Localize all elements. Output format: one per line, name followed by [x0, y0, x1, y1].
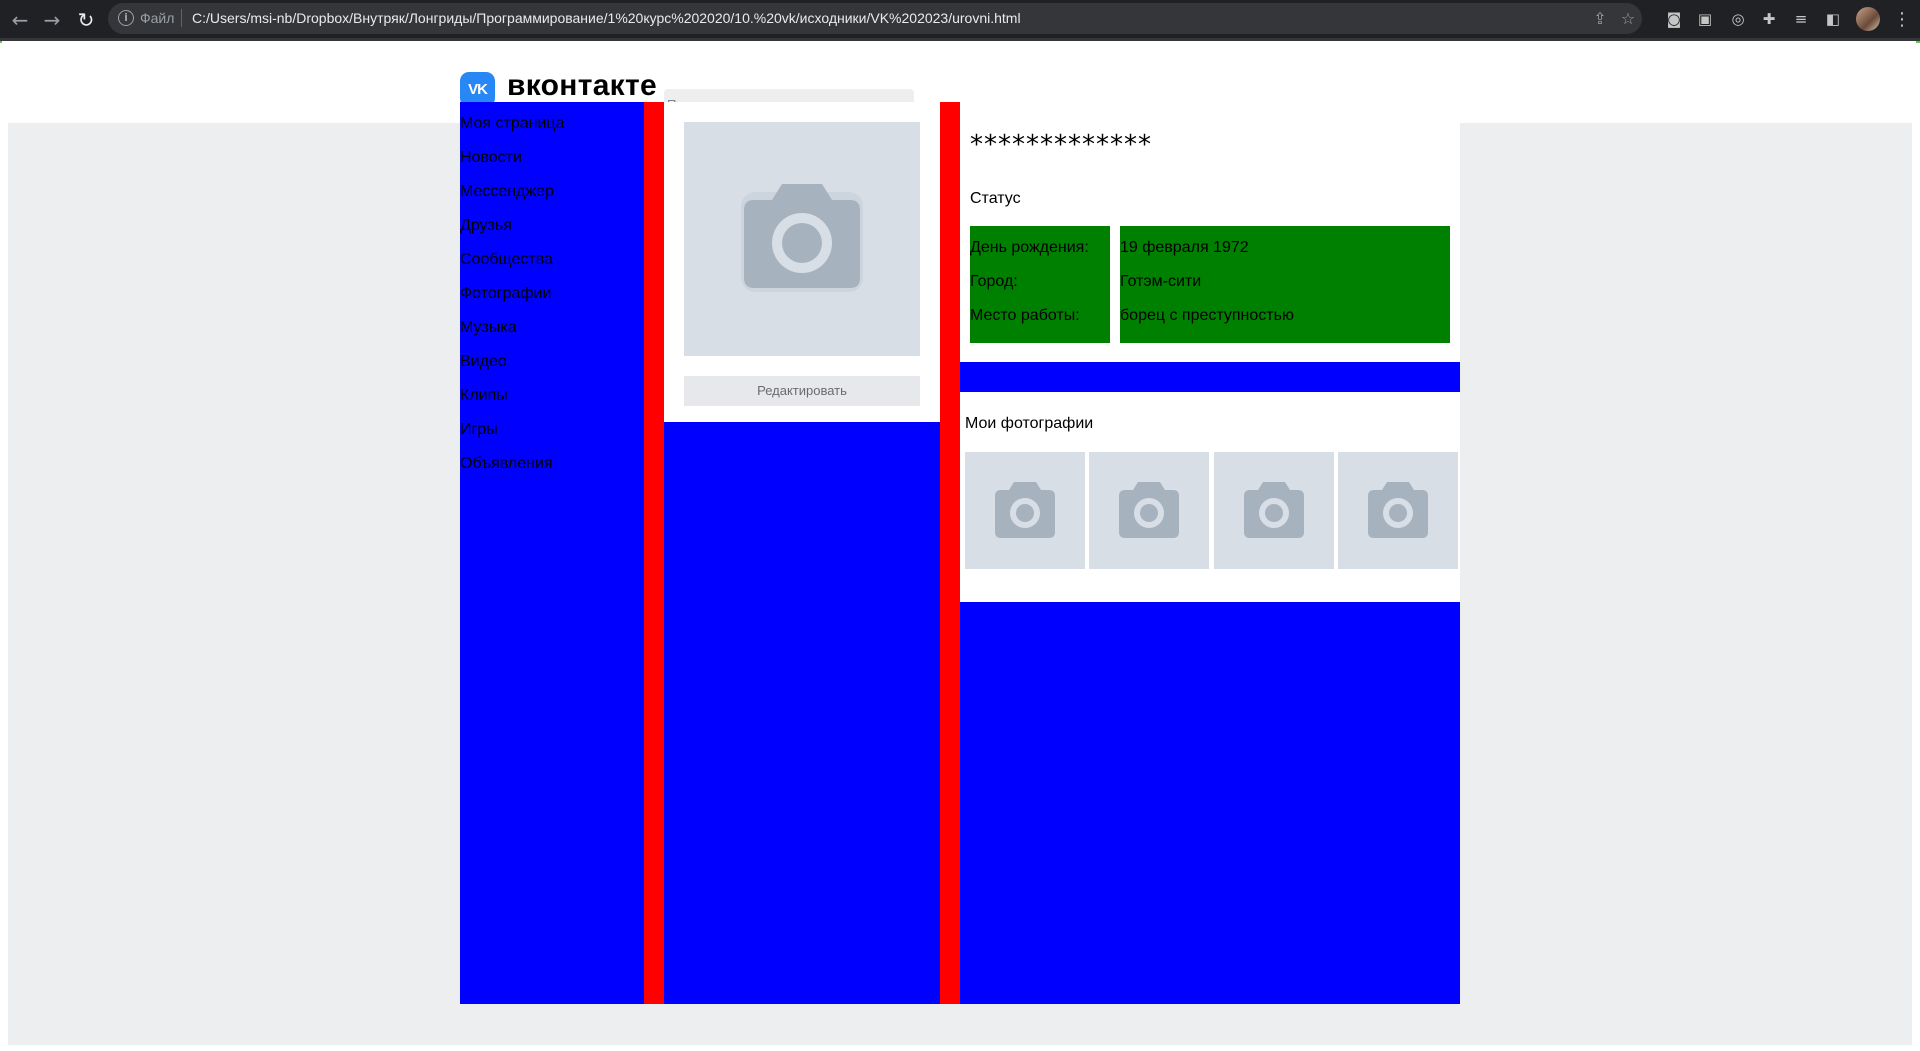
camera-icon	[1368, 482, 1428, 538]
menu-item-clips[interactable]: Клипы	[460, 379, 644, 413]
info-value-city: Готэм-сити	[1120, 273, 1202, 290]
page-edge-marker	[0, 41, 2, 43]
menu-item-communities[interactable]: Сообщества	[460, 243, 644, 277]
photos-card: Мои фотографии	[960, 392, 1460, 602]
url-separator	[181, 9, 182, 27]
info-labels-column: День рождения: Город: Место работы:	[970, 226, 1110, 343]
profile-info-card: ************* Статус День рождения: Горо…	[960, 102, 1460, 362]
address-bar[interactable]: i Файл C:/Users/msi-nb/Dropbox/Внутряк/Л…	[108, 3, 1642, 34]
share-icon[interactable]: ⇪	[1589, 8, 1611, 30]
info-label-birthday: День рождения:	[970, 239, 1089, 256]
profile-column: ************* Статус День рождения: Горо…	[960, 102, 1460, 1004]
vk-logo-text[interactable]: вконтакте	[507, 69, 657, 103]
menu-item-messenger[interactable]: Мессенджер	[460, 175, 644, 209]
back-icon[interactable]: ←	[6, 6, 34, 34]
info-value-birthday: 19 февраля 1972	[1120, 239, 1249, 256]
reload-icon[interactable]: ↻	[72, 6, 100, 34]
camera-extension-icon[interactable]: ◙	[1663, 8, 1685, 30]
column-gap-strip	[644, 102, 664, 1004]
info-label-work: Место работы:	[970, 307, 1080, 324]
menu-item-friends[interactable]: Друзья	[460, 209, 644, 243]
menu-item-music[interactable]: Музыка	[460, 311, 644, 345]
bookmark-star-icon[interactable]: ☆	[1617, 8, 1639, 30]
column-gap-strip	[940, 102, 960, 1004]
media-control-icon[interactable]: ≡	[1790, 8, 1812, 30]
photo-thumbnail[interactable]	[1089, 452, 1209, 569]
menu-item-photos[interactable]: Фотографии	[460, 277, 644, 311]
camera-icon	[1244, 482, 1304, 538]
avatar-placeholder[interactable]	[684, 122, 920, 356]
left-menu: Моя страница Новости Мессенджер Друзья С…	[460, 102, 644, 1004]
target-extension-icon[interactable]: ◎	[1727, 8, 1749, 30]
avatar-card: Редактировать	[664, 102, 940, 422]
side-panel-icon[interactable]: ◧	[1822, 8, 1844, 30]
menu-item-video[interactable]: Видео	[460, 345, 644, 379]
info-label-city: Город:	[970, 273, 1018, 290]
photo-thumbnail[interactable]	[1214, 452, 1334, 569]
menu-item-my-page[interactable]: Моя страница	[460, 107, 644, 141]
site-info-icon[interactable]: i	[118, 10, 134, 26]
puzzle-extensions-icon[interactable]: ✚	[1758, 8, 1780, 30]
edit-profile-button[interactable]: Редактировать	[684, 376, 920, 406]
camera-icon	[995, 482, 1055, 538]
menu-item-games[interactable]: Игры	[460, 413, 644, 447]
photo-thumbnail[interactable]	[1338, 452, 1458, 569]
photos-title[interactable]: Мои фотографии	[965, 415, 1093, 433]
page-edge-marker	[1916, 41, 1920, 43]
url-text[interactable]: C:/Users/msi-nb/Dropbox/Внутряк/Лонгриды…	[192, 10, 1021, 26]
profile-name: *************	[970, 130, 1152, 160]
image-extension-icon[interactable]: ▣	[1694, 8, 1716, 30]
browser-menu-icon[interactable]: ⋮	[1892, 6, 1912, 34]
camera-icon	[741, 184, 863, 292]
file-scheme-label: Файл	[140, 10, 175, 26]
browser-toolbar: ← → ↻ i Файл C:/Users/msi-nb/Dropbox/Вну…	[0, 0, 1920, 40]
forward-icon[interactable]: →	[38, 6, 66, 34]
menu-item-ads[interactable]: Объявления	[460, 447, 644, 481]
info-value-work: борец с преступностью	[1120, 307, 1294, 324]
menu-item-news[interactable]: Новости	[460, 141, 644, 175]
profile-status[interactable]: Статус	[970, 190, 1021, 208]
avatar-column: Редактировать	[664, 102, 940, 1004]
info-values-column: 19 февраля 1972 Готэм-сити борец с прест…	[1120, 226, 1450, 343]
profile-avatar-icon[interactable]	[1856, 7, 1880, 31]
camera-icon	[1119, 482, 1179, 538]
photo-thumbnail[interactable]	[965, 452, 1085, 569]
